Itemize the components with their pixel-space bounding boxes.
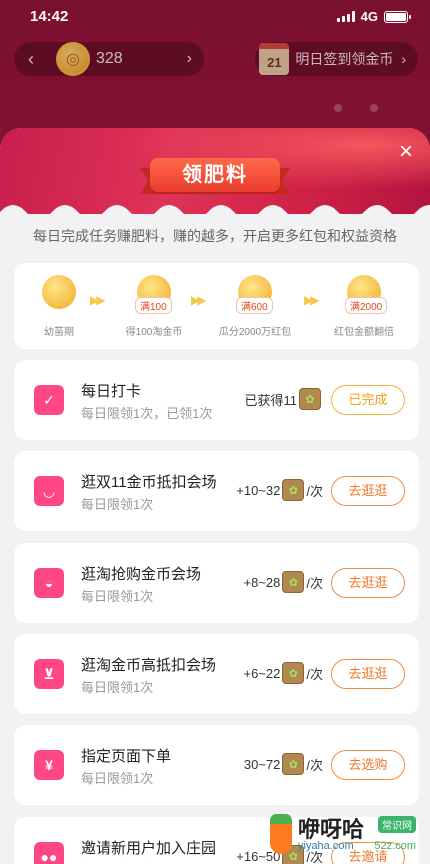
task-subtitle: 每日限领1次 <box>81 589 154 604</box>
task-card: ⊻ 逛淘金币高抵扣会场 每日限领1次 +6~22 ✿/次 去逛逛 <box>14 634 419 714</box>
task-reward: +6~22 ✿/次 <box>244 662 323 684</box>
chevron-double-icon: ▶▶ <box>304 293 320 307</box>
calendar-check-icon: ✓ <box>34 385 64 415</box>
fertilizer-icon: ✿ <box>282 479 305 501</box>
close-button[interactable]: × <box>394 140 418 164</box>
battery-icon <box>384 10 411 23</box>
task-action-button[interactable]: 去选购 <box>331 750 405 780</box>
task-reward: 30~72 ✿/次 <box>244 753 323 775</box>
wave-divider <box>0 205 430 228</box>
calendar-icon: 21 <box>259 43 290 75</box>
shopping-bag-icon: ◡ <box>34 476 64 506</box>
yen-doc-icon: ¥ <box>34 750 64 780</box>
fertilizer-icon: ✿ <box>299 388 321 410</box>
status-bar: 14:42 4G <box>0 0 430 36</box>
task-reward: +8~28 ✿/次 <box>244 571 323 593</box>
users-icon: ●● <box>34 842 64 864</box>
status-time: 14:42 <box>30 8 69 25</box>
network-label: 4G <box>360 9 378 24</box>
task-title: 指定页面下单 <box>81 748 172 765</box>
coin-bag-icon: ◒ <box>34 568 64 598</box>
checkin-pill[interactable]: 21 明日签到领金币 › <box>255 42 418 76</box>
sapling-tree-icon <box>42 275 76 309</box>
task-title: 邀请新用户加入庄园 <box>81 840 217 857</box>
task-card: ✓ 每日打卡每日限领1次，已领1次 已获得11 ✿ 已完成 <box>14 360 419 440</box>
chevron-double-icon: ▶▶ <box>191 293 207 307</box>
task-action-button[interactable]: 去逛逛 <box>331 568 405 598</box>
task-reward: +10~32 ✿/次 <box>236 479 323 501</box>
chevron-right-icon: › <box>401 51 406 67</box>
modal-subtitle: 每日完成任务赚肥料，赚的越多，开启更多红包和权益资格 <box>33 228 397 244</box>
task-subtitle: 每日限领1次 <box>81 497 154 512</box>
double-tree-icon: 满2000 <box>345 275 388 314</box>
chevron-double-icon: ▶▶ <box>90 293 106 307</box>
carrot-icon <box>270 814 292 854</box>
stage-item: 满600 瓜分2000万红包 <box>210 275 300 338</box>
task-title: 每日打卡 <box>81 383 142 400</box>
fertilizer-icon: ✿ <box>282 662 305 684</box>
task-title: 逛淘抢购金币会场 <box>81 566 202 583</box>
task-subtitle: 每日限领1次 <box>81 771 154 786</box>
task-action-button[interactable]: 已完成 <box>331 385 405 415</box>
chevron-right-icon: › <box>186 50 192 67</box>
modal-title: 领肥料 <box>150 158 280 192</box>
task-subtitle: 每日限领2次 <box>81 860 153 864</box>
task-reward: 已获得11 ✿ <box>245 388 324 410</box>
title-ribbon: 领肥料 <box>140 150 290 194</box>
task-card: ◒ 逛淘抢购金币会场 每日限领1次 +8~28 ✿/次 去逛逛 <box>14 543 419 623</box>
task-subtitle: 每日限领1次 <box>81 680 154 695</box>
coin-balance-pill[interactable]: ‹ ◎ 328 › <box>14 42 204 76</box>
stage-item: 满2000 红包金额翻倍 <box>319 275 409 338</box>
bubble-decoration <box>334 104 378 112</box>
task-action-button[interactable]: 去逛逛 <box>331 476 405 506</box>
stage-item: 满100 得100淘金币 <box>109 275 199 338</box>
task-title: 逛双11金币抵扣会场 <box>81 474 217 491</box>
back-chevron-icon[interactable]: ‹ <box>14 42 48 76</box>
fertilizer-modal: × 领肥料 每日完成任务赚肥料，赚的越多，开启更多红包和权益资格 幼苗期 ▶▶ … <box>0 128 430 864</box>
top-bar: ‹ ◎ 328 › 21 明日签到领金币 › <box>14 42 418 78</box>
signal-icon <box>336 11 355 22</box>
cart-icon: ⊻ <box>34 659 64 689</box>
task-action-button[interactable]: 去逛逛 <box>331 659 405 689</box>
gold-coin-icon: ◎ <box>56 42 90 76</box>
redpacket-tree-icon: 满600 <box>236 275 273 314</box>
task-title: 逛淘金币高抵扣会场 <box>81 657 217 674</box>
watermark-logo: 咿呀哈 常识网 yiyaha.com 52z.com <box>270 810 420 858</box>
task-card: ¥ 指定页面下单 每日限领1次 30~72 ✿/次 去选购 <box>14 725 419 805</box>
fertilizer-icon: ✿ <box>282 753 305 775</box>
fertilizer-icon: ✿ <box>282 571 305 593</box>
checkin-label: 明日签到领金币 <box>295 51 394 67</box>
stage-progress-card: 幼苗期 ▶▶ 满100 得100淘金币 ▶▶ 满600 瓜分2000万红包 ▶▶… <box>14 263 419 349</box>
coin-count: 328 <box>96 50 123 67</box>
coin-tree-icon: 满100 <box>135 275 172 314</box>
task-subtitle: 每日限领1次，已领1次 <box>81 406 213 421</box>
task-card: ◡ 逛双11金币抵扣会场 每日限领1次 +10~32 ✿/次 去逛逛 <box>14 451 419 531</box>
